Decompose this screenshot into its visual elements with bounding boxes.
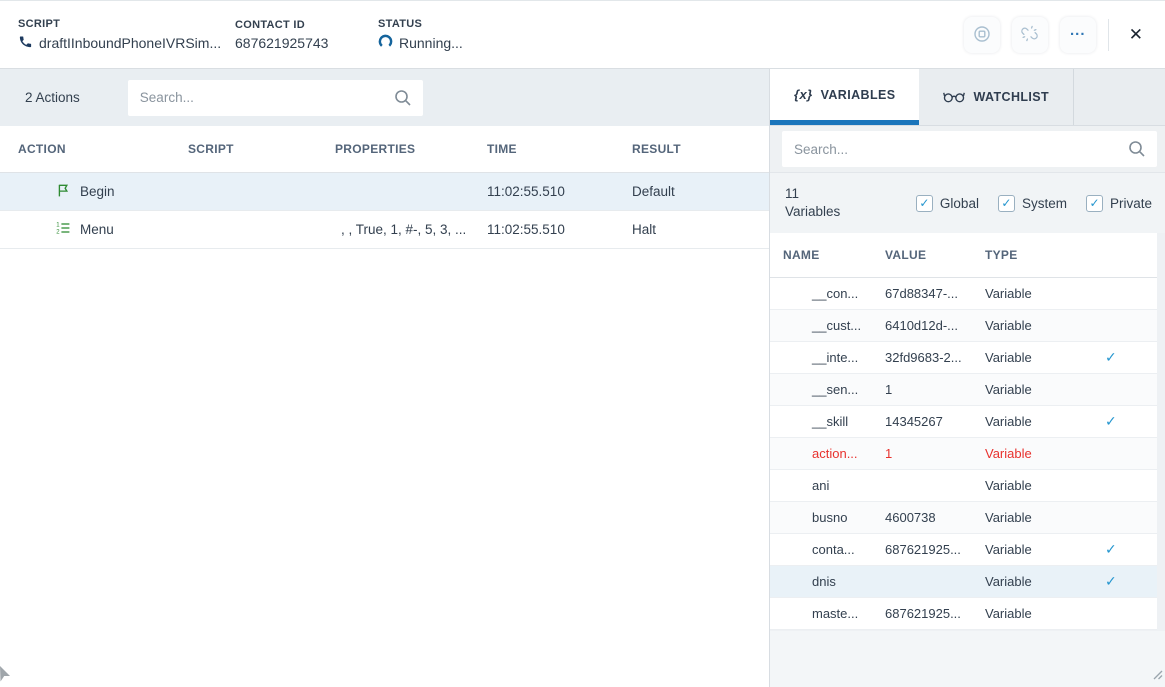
filter-global-label: Global bbox=[940, 196, 979, 211]
variable-row-error[interactable]: action... 1 Variable bbox=[770, 438, 1157, 470]
glasses-icon bbox=[943, 88, 965, 107]
topbar-actions: ... ✕ bbox=[964, 1, 1151, 69]
action-properties: , , True, 1, #-, 5, 3, ... bbox=[335, 222, 487, 237]
panel-footer bbox=[770, 631, 1165, 687]
contact-info: CONTACT ID 687621925743 bbox=[235, 19, 378, 51]
col-name: NAME bbox=[783, 248, 885, 262]
script-debugger-window: SCRIPT draftIInboundPhoneIVRSim... CONTA… bbox=[0, 0, 1165, 687]
action-name: Begin bbox=[80, 184, 115, 199]
status-value: Running... bbox=[399, 35, 463, 51]
topbar: SCRIPT draftIInboundPhoneIVRSim... CONTA… bbox=[0, 1, 1165, 69]
script-label: SCRIPT bbox=[18, 18, 235, 30]
filter-global[interactable]: ✓ Global bbox=[916, 195, 979, 212]
checkbox-checked-icon[interactable]: ✓ bbox=[998, 195, 1015, 212]
variable-row[interactable]: maste... 687621925... Variable bbox=[770, 598, 1157, 630]
filter-system[interactable]: ✓ System bbox=[998, 195, 1067, 212]
variable-row[interactable]: __cust... 6410d12d-... Variable bbox=[770, 310, 1157, 342]
detach-button[interactable] bbox=[1012, 17, 1048, 53]
actions-panel: 2 Actions ACTION SCRIPT PROPERTIES TIME … bbox=[0, 69, 770, 687]
variable-row[interactable]: ani Variable bbox=[770, 470, 1157, 502]
col-action: ACTION bbox=[18, 142, 188, 156]
contact-id-label: CONTACT ID bbox=[235, 19, 378, 31]
tab-watchlist[interactable]: WATCHLIST bbox=[919, 69, 1074, 125]
stop-circle-icon bbox=[973, 25, 991, 46]
variable-row[interactable]: __inte... 32fd9683-2... Variable ✓ bbox=[770, 342, 1157, 374]
mouse-cursor bbox=[0, 666, 11, 687]
variable-row[interactable]: __con... 67d88347-... Variable bbox=[770, 278, 1157, 310]
action-row-menu[interactable]: 1 2 Menu , , True, 1, #-, 5, 3, ... 11:0… bbox=[0, 211, 769, 249]
actions-toolbar: 2 Actions bbox=[0, 69, 769, 126]
tab-variables[interactable]: {x} VARIABLES bbox=[770, 69, 919, 125]
contact-id-value: 687621925743 bbox=[235, 35, 328, 51]
variable-row[interactable]: __sen... 1 Variable bbox=[770, 374, 1157, 406]
tab-variables-label: VARIABLES bbox=[821, 88, 896, 102]
spinner-icon bbox=[378, 34, 393, 52]
topbar-separator bbox=[1108, 19, 1109, 51]
script-info: SCRIPT draftIInboundPhoneIVRSim... bbox=[18, 18, 235, 52]
flag-icon bbox=[55, 182, 71, 201]
action-time: 11:02:55.510 bbox=[487, 222, 632, 237]
actions-search-input[interactable] bbox=[128, 80, 423, 116]
watched-check-icon: ✓ bbox=[1105, 413, 1117, 429]
variables-table-header: NAME VALUE TYPE bbox=[770, 233, 1157, 278]
tab-watchlist-label: WATCHLIST bbox=[973, 90, 1049, 104]
action-time: 11:02:55.510 bbox=[487, 184, 632, 199]
variables-search-input[interactable] bbox=[782, 131, 1157, 167]
variables-search bbox=[782, 131, 1157, 167]
status-label: STATUS bbox=[378, 18, 498, 30]
close-button[interactable]: ✕ bbox=[1121, 19, 1151, 51]
col-script: SCRIPT bbox=[188, 142, 335, 156]
variable-row[interactable]: busno 4600738 Variable bbox=[770, 502, 1157, 534]
stop-debug-button[interactable] bbox=[964, 17, 1000, 53]
more-options-button[interactable]: ... bbox=[1060, 17, 1096, 53]
action-result: Halt bbox=[632, 222, 769, 237]
variables-filters: 11 Variables ✓ Global ✓ System ✓ Private bbox=[770, 173, 1165, 233]
variable-row-selected[interactable]: dnis Variable ✓ bbox=[770, 566, 1157, 598]
actions-table-header: ACTION SCRIPT PROPERTIES TIME RESULT bbox=[0, 126, 769, 173]
phone-icon bbox=[18, 34, 33, 52]
filter-private[interactable]: ✓ Private bbox=[1086, 195, 1152, 212]
action-result: Default bbox=[632, 184, 769, 199]
variables-tabs: {x} VARIABLES WATCHLIST bbox=[770, 69, 1165, 126]
action-row-begin[interactable]: Begin 11:02:55.510 Default bbox=[0, 173, 769, 211]
actions-search bbox=[128, 80, 423, 116]
col-properties: PROPERTIES bbox=[335, 142, 487, 156]
script-name: draftIInboundPhoneIVRSim... bbox=[39, 35, 221, 51]
col-value: VALUE bbox=[885, 248, 985, 262]
status-info: STATUS Running... bbox=[378, 18, 498, 52]
watched-check-icon: ✓ bbox=[1105, 541, 1117, 557]
filter-system-label: System bbox=[1022, 196, 1067, 211]
variables-icon: {x} bbox=[794, 87, 813, 102]
variables-table: NAME VALUE TYPE __con... 67d88347-... Va… bbox=[770, 233, 1157, 630]
variable-row[interactable]: __skill 14345267 Variable ✓ bbox=[770, 406, 1157, 438]
action-name: Menu bbox=[80, 222, 114, 237]
numbered-list-icon: 1 2 bbox=[55, 220, 71, 239]
resize-grip[interactable] bbox=[1150, 667, 1163, 685]
watched-check-icon: ✓ bbox=[1105, 349, 1117, 365]
svg-text:1: 1 bbox=[56, 222, 60, 228]
checkbox-checked-icon[interactable]: ✓ bbox=[1086, 195, 1103, 212]
search-icon bbox=[1127, 139, 1147, 164]
actions-count: 2 Actions bbox=[25, 90, 80, 105]
filter-private-label: Private bbox=[1110, 196, 1152, 211]
col-time: TIME bbox=[487, 142, 632, 156]
variables-panel: {x} VARIABLES WATCHLIST bbox=[770, 69, 1165, 687]
variables-search-row bbox=[770, 126, 1165, 173]
col-result: RESULT bbox=[632, 142, 769, 156]
search-icon bbox=[393, 88, 413, 113]
broken-link-icon bbox=[1020, 24, 1039, 46]
svg-text:2: 2 bbox=[56, 230, 60, 236]
watched-check-icon: ✓ bbox=[1105, 573, 1117, 589]
variable-row[interactable]: conta... 687621925... Variable ✓ bbox=[770, 534, 1157, 566]
checkbox-checked-icon[interactable]: ✓ bbox=[916, 195, 933, 212]
col-type: TYPE bbox=[985, 248, 1095, 262]
variables-count: 11 Variables bbox=[785, 185, 897, 221]
